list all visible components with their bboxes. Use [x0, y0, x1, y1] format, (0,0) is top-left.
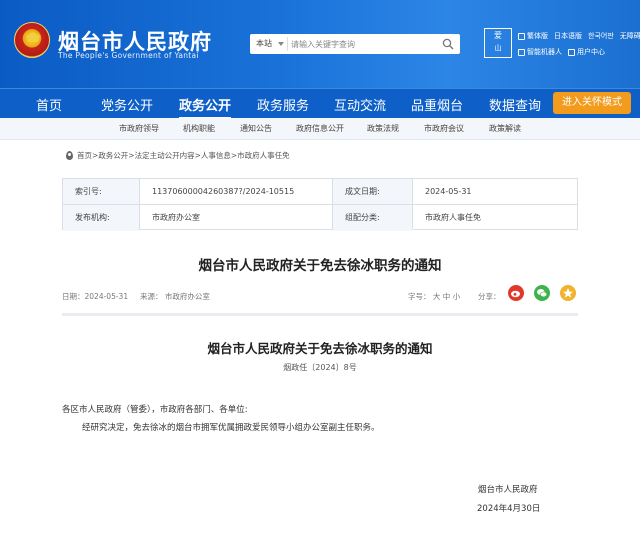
national-emblem-icon — [14, 22, 50, 58]
subnav-notices[interactable]: 通知公告 — [240, 123, 272, 134]
nav-home[interactable]: 首页 — [36, 95, 62, 114]
article-headline: 烟台市人民政府关于免去徐冰职务的通知 — [198, 258, 442, 274]
robot-link[interactable]: 智能机器人 — [518, 47, 562, 57]
nav-yantai[interactable]: 品重烟台 — [411, 95, 463, 114]
category-label: 组配分类: — [333, 205, 413, 231]
nav-interaction[interactable]: 互动交流 — [334, 95, 386, 114]
traditional-chinese-link[interactable]: 繁体版 — [518, 31, 548, 41]
table-divider — [332, 179, 333, 229]
weibo-share-icon[interactable] — [508, 285, 524, 301]
subnav-interpretation[interactable]: 政策解读 — [489, 123, 521, 134]
subnav-info-disclosure[interactable]: 政府信息公开 — [296, 123, 344, 134]
document-title: 烟台市人民政府关于免去徐冰职务的通知 — [207, 341, 433, 356]
site-subtitle: The People's Government of Yantai — [58, 51, 199, 60]
subnav-meetings[interactable]: 市政府会议 — [424, 123, 464, 134]
document-salutation: 各区市人民政府（管委），市政府各部门、各单位: — [62, 405, 248, 415]
share-label: 分享： — [478, 292, 501, 301]
qzone-share-icon[interactable] — [560, 285, 576, 301]
index-label: 索引号: — [63, 179, 139, 205]
breadcrumb: 首页>政务公开>法定主动公开内容>人事信息>市政府人事任免 — [66, 150, 290, 161]
subnav-leaders[interactable]: 市政府领导 — [119, 123, 159, 134]
user-icon — [568, 48, 575, 56]
breadcrumb-path[interactable]: 首页>政务公开>法定主动公开内容>人事信息>市政府人事任免 — [77, 150, 290, 161]
sub-nav: 市政府领导 机构职能 通知公告 政府信息公开 政策法规 市政府会议 政策解读 — [0, 118, 640, 140]
search-icon[interactable] — [442, 38, 454, 50]
nav-data-query[interactable]: 数据查询 — [489, 95, 541, 114]
main-nav: 首页 党务公开 政务公开 政务服务 互动交流 品重烟台 数据查询 — [0, 88, 640, 120]
search-bar: 本站 — [250, 34, 460, 54]
org-value: 市政府办公室 — [152, 213, 200, 222]
article-info-bar: 日期：2024-05-31 来源： 市政府办公室 字号： 大 中 小 分享： — [62, 285, 578, 310]
chevron-down-icon[interactable] — [278, 42, 284, 46]
search-input[interactable] — [291, 36, 431, 52]
robot-icon — [518, 48, 525, 56]
nav-services[interactable]: 政务服务 — [257, 95, 309, 114]
user-center-link[interactable]: 用户中心 — [568, 47, 605, 57]
org-label: 发布机构: — [63, 205, 139, 231]
table-divider — [139, 179, 140, 229]
wechat-share-icon[interactable] — [534, 285, 550, 301]
subnav-functions[interactable]: 机构职能 — [183, 123, 215, 134]
subnav-policies[interactable]: 政策法规 — [367, 123, 399, 134]
table-divider — [412, 179, 413, 229]
font-size-switcher[interactable]: 字号： 大 中 小 — [408, 291, 460, 302]
korean-link[interactable]: 한국어판 — [588, 31, 614, 41]
site-header: 烟台市人民政府 The People's Government of Yanta… — [0, 0, 640, 88]
date-value: 2024-05-31 — [425, 187, 472, 196]
nav-party-affairs[interactable]: 党务公开 — [101, 95, 153, 114]
japanese-link[interactable]: 日本语版 — [554, 31, 582, 41]
table-divider — [63, 204, 577, 205]
date-label: 成文日期: — [333, 179, 413, 205]
document-sign-date: 2024年4月30日 — [477, 504, 541, 514]
document-number: 烟政任〔2024〕8号 — [283, 363, 357, 372]
nav-government-affairs[interactable]: 政务公开 — [179, 95, 232, 120]
publish-date: 日期：2024-05-31 — [62, 292, 129, 301]
accessibility-link[interactable]: 无障碍 — [620, 31, 640, 41]
document-meta-table: 索引号: 11370600004260387?/2024-10515 成文日期:… — [62, 178, 578, 231]
document-signer: 烟台市人民政府 — [478, 485, 538, 495]
globe-icon — [518, 32, 525, 40]
content-divider — [62, 313, 578, 316]
category-value: 市政府人事任免 — [425, 213, 481, 222]
search-scope-select[interactable]: 本站 — [256, 38, 272, 49]
article-source: 来源： 市政府办公室 — [140, 292, 210, 301]
search-divider — [287, 37, 288, 51]
top-links: 繁体版 日本语版 한국어판 无障碍 智能机器人 用户中心 — [518, 31, 640, 63]
shandong-logo[interactable]: 爱 山 — [484, 28, 512, 58]
document-body: 经研究决定，免去徐冰的烟台市拥军优属拥政爱民领导小组办公室副主任职务。 — [82, 423, 380, 433]
care-mode-button[interactable]: 进入关怀模式 — [553, 92, 631, 114]
location-pin-icon — [66, 151, 73, 160]
